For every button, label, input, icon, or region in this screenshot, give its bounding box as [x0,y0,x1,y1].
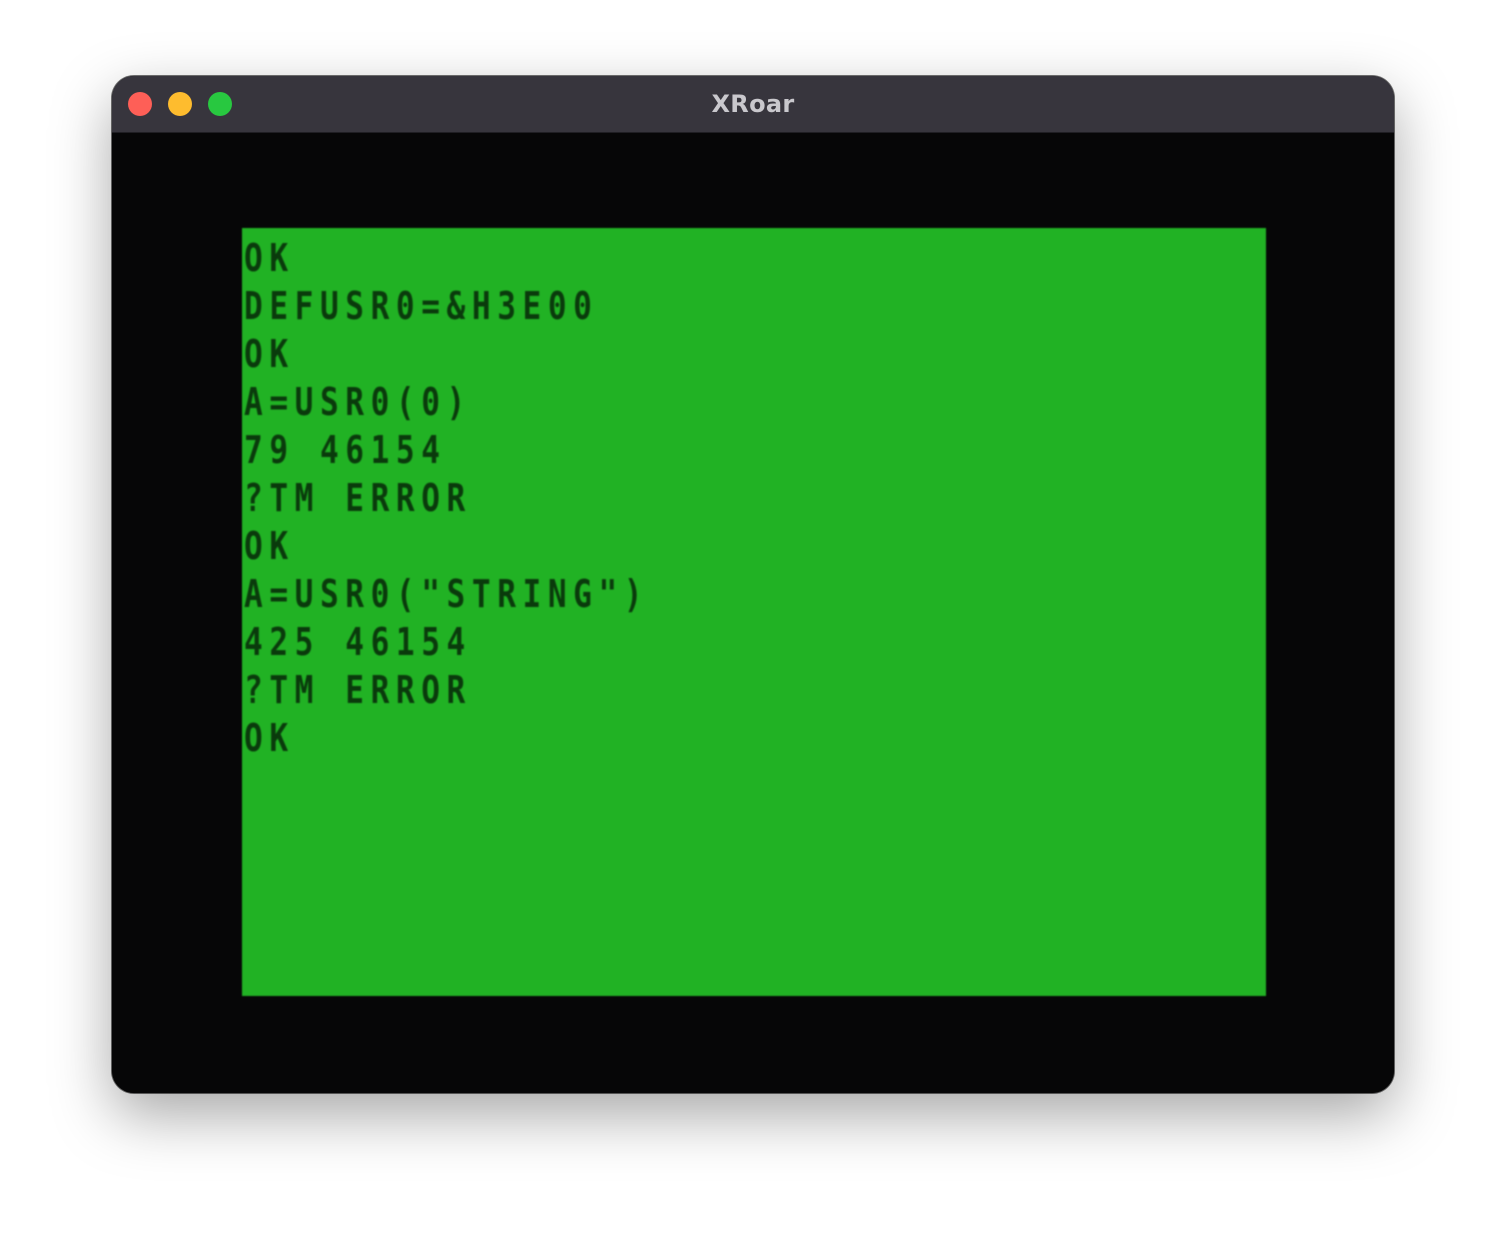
screen-line: ?TM ERROR [244,476,472,520]
screen-line: 79 46154 [244,428,447,472]
screen-line: A=USR0(0) [244,380,472,424]
emulator-screen[interactable]: OK DEFUSR0=&H3E00 OK A=USR0(0) 79 46154 … [242,228,1266,996]
screen-line: OK [244,524,295,568]
title-bar[interactable]: XRoar [112,76,1394,133]
screen-text: OK DEFUSR0=&H3E00 OK A=USR0(0) 79 46154 … [244,234,1264,762]
screen-line: OK [244,236,295,280]
screen-line: A=USR0("STRING") [244,572,650,616]
screen-line: DEFUSR0=&H3E00 [244,284,599,328]
screen-line: ?TM ERROR [244,668,472,712]
screen-line: OK [244,716,295,760]
window-title: XRoar [711,90,795,118]
screen-line: OK [244,332,295,376]
screen-line: 425 46154 [244,620,472,664]
emulator-display-area: OK DEFUSR0=&H3E00 OK A=USR0(0) 79 46154 … [112,133,1394,1093]
emulator-window: XRoar OK DEFUSR0=&H3E00 OK A=USR0(0) 79 … [112,76,1394,1093]
